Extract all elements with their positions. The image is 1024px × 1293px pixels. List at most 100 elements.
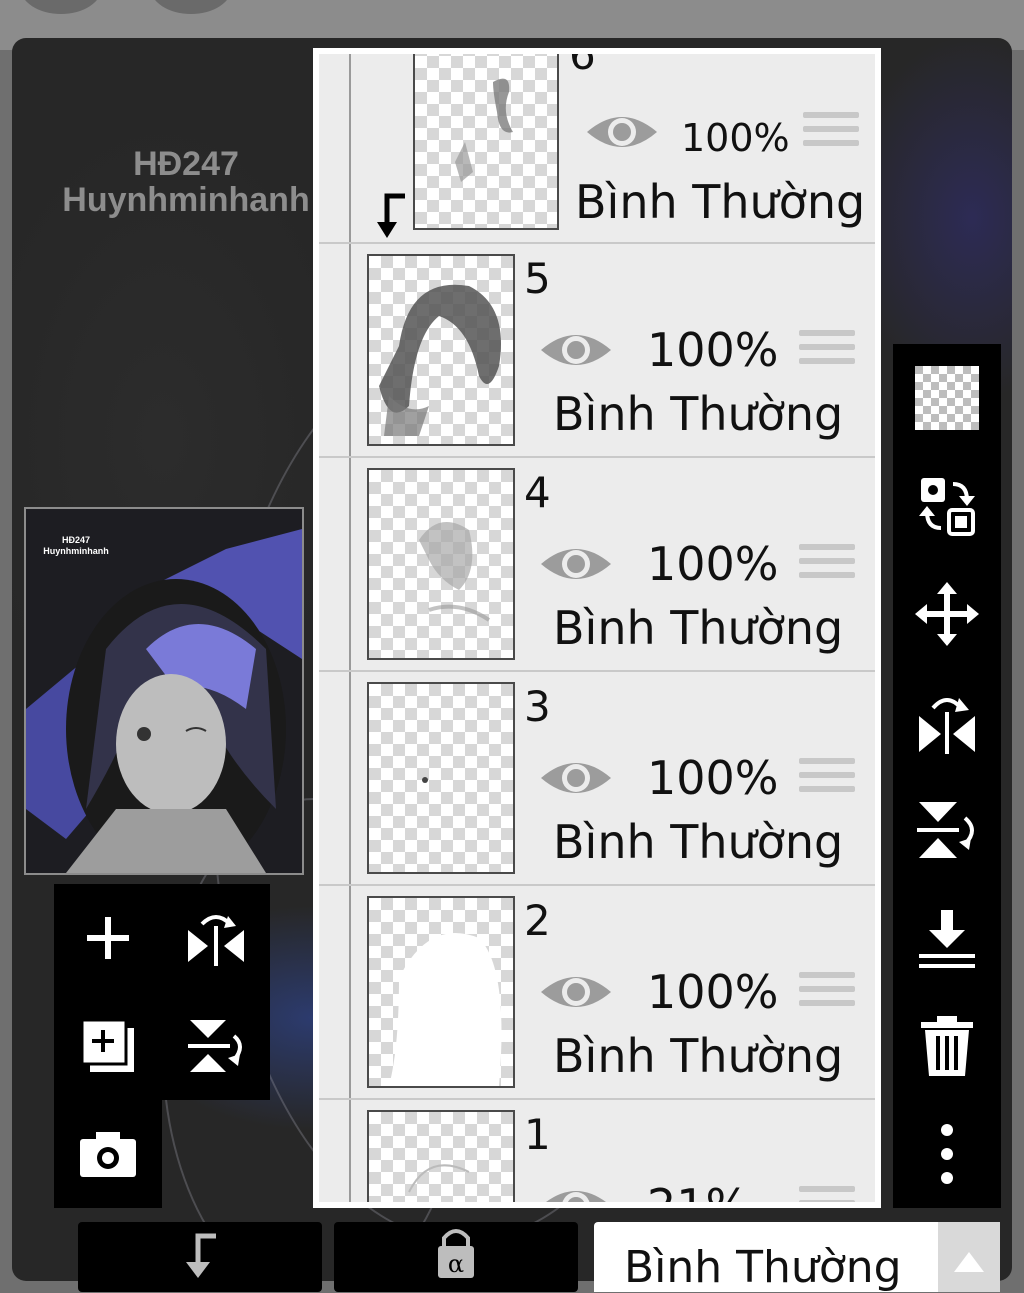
canvas-preview-thumbnail[interactable]: HĐ247 Huynhminhanh [24,507,304,875]
add-layer-button[interactable] [58,888,158,988]
layer-opacity[interactable]: 100% [681,110,790,166]
flip-vertical-icon [917,802,974,858]
drag-handle-icon[interactable] [799,330,855,370]
layer-opacity[interactable]: 100% [647,964,779,1020]
left-toolbox-camera [54,1100,162,1208]
layer-1-content [408,1164,470,1193]
drag-handle-icon[interactable] [799,1186,855,1202]
top-dot [20,0,102,14]
layer-6-content [455,78,513,182]
add-copy-layer-icon [80,1018,134,1072]
layer-number: 5 [524,254,551,303]
thumbnail-watermark-line2: Huynhminhanh [43,546,109,556]
layer-row-1[interactable]: 1 21% [319,1100,875,1202]
more-options-button[interactable] [893,1100,1001,1208]
transparent-fill-button[interactable] [893,344,1001,452]
visibility-eye-icon[interactable] [539,540,613,588]
layer-guide-line [349,1100,351,1202]
layer-number: 4 [524,468,551,517]
watermark-line2: Huynhminhanh [62,181,310,218]
visibility-eye-icon[interactable] [539,326,613,374]
preview-artwork [26,529,302,873]
clip-arrow-icon [186,1233,216,1278]
flip-horizontal-icon [188,915,244,966]
flip-vertical-button[interactable] [166,996,266,1096]
layer-thumbnail[interactable] [367,682,515,874]
layer-row-3[interactable]: 3 100% Bình Thường [319,672,875,886]
layer-thumbnail[interactable] [413,54,559,230]
clipping-arrow-icon [377,193,405,238]
flip-vertical-button[interactable] [893,776,1001,884]
drag-handle-icon[interactable] [799,544,855,584]
layer-row-2[interactable]: 2 100% Bình Thường [319,886,875,1100]
layers-list[interactable]: 6 100% Bình Thường 5 100% Bình Thường 4 [319,54,875,1202]
layer-opacity[interactable]: 100% [647,322,779,378]
thumbnail-watermark-line1: HĐ247 [61,535,90,545]
layer-4-content [419,522,491,622]
layer-5-content [379,284,501,436]
visibility-eye-icon[interactable] [539,754,613,802]
layer-thumbnail[interactable] [367,254,515,446]
watermark-line1: HĐ247 [133,146,239,183]
svg-text:α: α [448,1250,464,1278]
move-button[interactable] [893,560,1001,668]
visibility-eye-icon[interactable] [585,108,659,156]
alpha-lock-button[interactable]: α [334,1222,578,1292]
layer-thumbnail[interactable] [367,468,515,660]
blend-mode-dropdown-button[interactable] [938,1222,1000,1292]
layer-row-6[interactable]: 6 100% Bình Thường [319,54,875,244]
visibility-eye-icon[interactable] [539,1182,613,1202]
more-icon [941,1124,953,1184]
layer-guide-line [349,672,351,884]
layer-blend-mode[interactable]: Bình Thường [553,1028,843,1084]
layer-number: 1 [524,1110,551,1159]
visibility-eye-icon[interactable] [539,968,613,1016]
layer-number: 3 [524,682,551,731]
move-icon [915,582,979,646]
layer-opacity[interactable]: 21% [647,1178,749,1202]
flip-horizontal-button[interactable] [893,668,1001,776]
transparent-fill-icon [915,366,979,430]
delete-layer-button[interactable] [893,992,1001,1100]
drag-handle-icon[interactable] [799,758,855,798]
drag-handle-icon[interactable] [799,972,855,1012]
layer-row-5[interactable]: 5 100% Bình Thường [319,244,875,458]
trash-icon [921,1016,973,1076]
layer-3-content [422,777,428,783]
alpha-lock-icon: α [438,1229,474,1278]
drag-handle-icon[interactable] [803,112,859,152]
swap-layer-icon [919,478,975,536]
top-dot [150,0,232,14]
swap-layer-button[interactable] [893,452,1001,560]
flip-vertical-icon [188,1020,242,1072]
layer-blend-mode[interactable]: Bình Thường [553,600,843,656]
blend-mode-value: Bình Thường [624,1242,902,1293]
canvas-watermark: HĐ247 Huynhminhanh [56,146,316,218]
add-copy-layer-button[interactable] [58,996,158,1096]
layer-guide-line [349,886,351,1098]
layer-row-4[interactable]: 4 100% Bình Thường [319,458,875,672]
layer-guide-line [349,244,351,456]
layer-opacity[interactable]: 100% [647,750,779,806]
left-toolbox [54,884,270,1100]
flip-horizontal-button[interactable] [166,888,266,988]
camera-button[interactable] [58,1104,158,1204]
clip-layer-button[interactable] [78,1222,322,1292]
layer-thumbnail[interactable] [367,896,515,1088]
chevron-up-icon [954,1252,984,1272]
layer-blend-mode[interactable]: Bình Thường [553,386,843,442]
layer-thumbnail[interactable] [367,1110,515,1202]
flip-horizontal-icon [919,698,975,754]
layer-guide-line [349,54,351,242]
layer-number: 2 [524,896,551,945]
layer-opacity[interactable]: 100% [647,536,779,592]
camera-icon [80,1132,136,1177]
merge-down-icon [919,910,975,968]
blend-mode-select[interactable]: Bình Thường [594,1222,938,1293]
add-layer-icon [87,917,129,959]
merge-down-button[interactable] [893,884,1001,992]
layer-guide-line [349,458,351,670]
layer-blend-mode[interactable]: Bình Thường [553,814,843,870]
layers-panel: 6 100% Bình Thường 5 100% Bình Thường 4 [313,48,881,1208]
layer-blend-mode[interactable]: Bình Thường [575,174,865,230]
